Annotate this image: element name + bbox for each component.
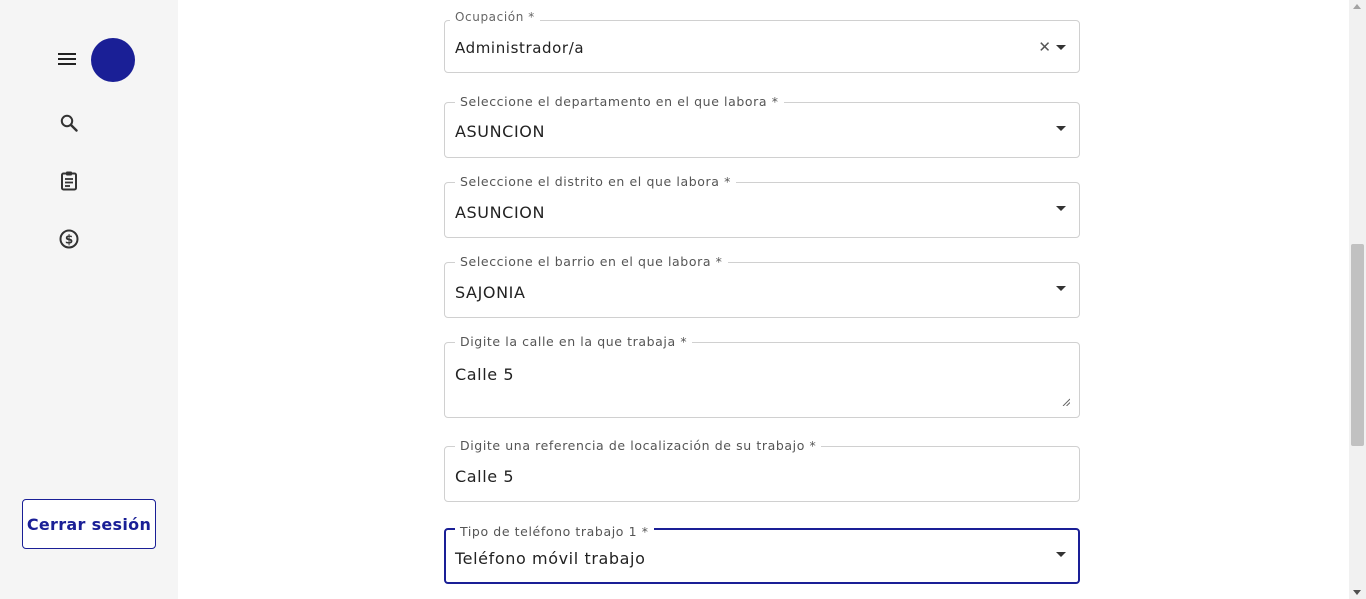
tipo-telefono-label: Tipo de teléfono trabajo 1 * — [455, 524, 654, 539]
chevron-down-icon[interactable] — [1056, 126, 1066, 131]
referencia-input[interactable]: Digite una referencia de localización de… — [444, 438, 1080, 502]
departamento-value: ASUNCION — [455, 122, 546, 141]
clear-icon[interactable]: ✕ — [1038, 40, 1051, 55]
sidebar: $ Cerrar sesión — [0, 0, 178, 599]
calle-textarea[interactable]: Digite la calle en la que trabaja * Call… — [444, 334, 1080, 418]
barrio-select[interactable]: Seleccione el barrio en el que labora * … — [444, 254, 1080, 318]
scrollbar-thumb[interactable] — [1351, 244, 1364, 446]
tipo-telefono-select[interactable]: Tipo de teléfono trabajo 1 * Teléfono mó… — [444, 524, 1080, 584]
chevron-down-icon[interactable] — [1056, 552, 1066, 557]
departamento-label: Seleccione el departamento en el que lab… — [455, 94, 784, 109]
scroll-up-arrow-icon[interactable] — [1353, 4, 1361, 9]
clipboard-icon[interactable] — [57, 169, 81, 193]
calle-label: Digite la calle en la que trabaja * — [455, 334, 693, 349]
logout-button[interactable]: Cerrar sesión — [22, 499, 156, 549]
svg-text:$: $ — [65, 232, 73, 246]
ocupacion-label: Ocupación * — [450, 10, 540, 24]
chevron-down-icon[interactable] — [1056, 286, 1066, 291]
referencia-value: Calle 5 — [455, 467, 515, 486]
ocupacion-select[interactable]: Ocupación * Administrador/a ✕ — [444, 10, 1080, 73]
page-scrollbar[interactable] — [1349, 0, 1366, 599]
referencia-label: Digite una referencia de localización de… — [455, 438, 822, 453]
search-icon[interactable] — [57, 111, 81, 135]
chevron-down-icon[interactable] — [1056, 206, 1066, 211]
avatar[interactable] — [91, 38, 135, 82]
ocupacion-value: Administrador/a — [455, 39, 585, 57]
chevron-down-icon[interactable] — [1056, 45, 1066, 50]
barrio-label: Seleccione el barrio en el que labora * — [455, 254, 728, 269]
hamburger-menu-icon[interactable] — [56, 50, 78, 70]
departamento-select[interactable]: Seleccione el departamento en el que lab… — [444, 94, 1080, 158]
distrito-label: Seleccione el distrito en el que labora … — [455, 174, 736, 189]
scroll-down-arrow-icon[interactable] — [1353, 590, 1361, 595]
dollar-circle-icon[interactable]: $ — [57, 227, 81, 251]
distrito-select[interactable]: Seleccione el distrito en el que labora … — [444, 174, 1080, 238]
distrito-value: ASUNCION — [455, 203, 546, 222]
resize-handle-icon[interactable] — [1062, 398, 1070, 406]
barrio-value: SAJONIA — [455, 283, 526, 302]
tipo-telefono-value: Teléfono móvil trabajo — [455, 549, 646, 568]
calle-value: Calle 5 — [455, 365, 515, 384]
